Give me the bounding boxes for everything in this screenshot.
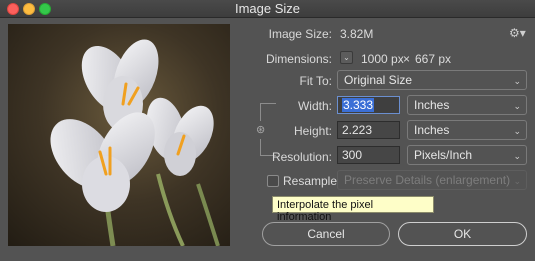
crocus-flowers-photo (8, 24, 230, 246)
gear-icon[interactable]: ⚙▾ (509, 26, 526, 40)
chevron-down-icon: ⌄ (513, 176, 521, 186)
dimensions-label: Dimensions: (265, 52, 332, 66)
resample-method-selected: Preserve Details (enlargement) (344, 173, 511, 187)
dimensions-height: 667 px (415, 52, 452, 66)
resample-checkbox[interactable] (267, 175, 279, 187)
height-label: Height: (293, 124, 332, 138)
image-size-value: 3.82M (340, 27, 374, 41)
width-unit-select[interactable]: Inches ⌄ (407, 95, 527, 115)
cancel-button[interactable]: Cancel (262, 222, 390, 246)
chevron-down-icon: ⌄ (513, 76, 521, 86)
resample-label: Resample: (283, 174, 341, 188)
width-unit-selected: Inches (414, 98, 450, 112)
width-value: 3.333 (342, 98, 375, 112)
fit-to-selected: Original Size (344, 73, 413, 87)
title-bar: Image Size (0, 0, 535, 18)
height-unit-selected: Inches (414, 123, 450, 137)
image-size-label: Image Size: (268, 27, 332, 41)
fit-to-select[interactable]: Original Size ⌄ (337, 70, 527, 90)
window-title: Image Size (234, 1, 301, 16)
dimensions-separator: × (403, 52, 411, 66)
width-label: Width: (297, 99, 332, 113)
width-input[interactable]: 3.333 (337, 96, 400, 114)
chevron-down-icon: ⌄ (513, 151, 521, 161)
chevron-down-icon: ⌄ (513, 101, 521, 111)
image-preview[interactable] (8, 24, 230, 246)
chevron-down-icon: ⌄ (513, 126, 521, 136)
dimensions-width: 1000 px (361, 52, 404, 66)
resample-method-select[interactable]: Preserve Details (enlargement) ⌄ (337, 170, 527, 190)
resolution-input[interactable]: 300 (337, 146, 400, 164)
fit-to-label: Fit To: (299, 74, 332, 88)
chevron-down-icon[interactable]: ⌄ (340, 51, 353, 64)
chain-link-icon[interactable]: ⊛ (256, 124, 265, 137)
ok-button[interactable]: OK (398, 222, 527, 246)
height-unit-select[interactable]: Inches ⌄ (407, 120, 527, 140)
resolution-unit-selected: Pixels/Inch (414, 148, 473, 162)
resolution-unit-select[interactable]: Pixels/Inch ⌄ (407, 145, 527, 165)
resolution-label: Resolution: (271, 150, 332, 164)
height-input[interactable]: 2.223 (337, 121, 400, 139)
resample-tooltip: Interpolate the pixel information (272, 196, 434, 223)
